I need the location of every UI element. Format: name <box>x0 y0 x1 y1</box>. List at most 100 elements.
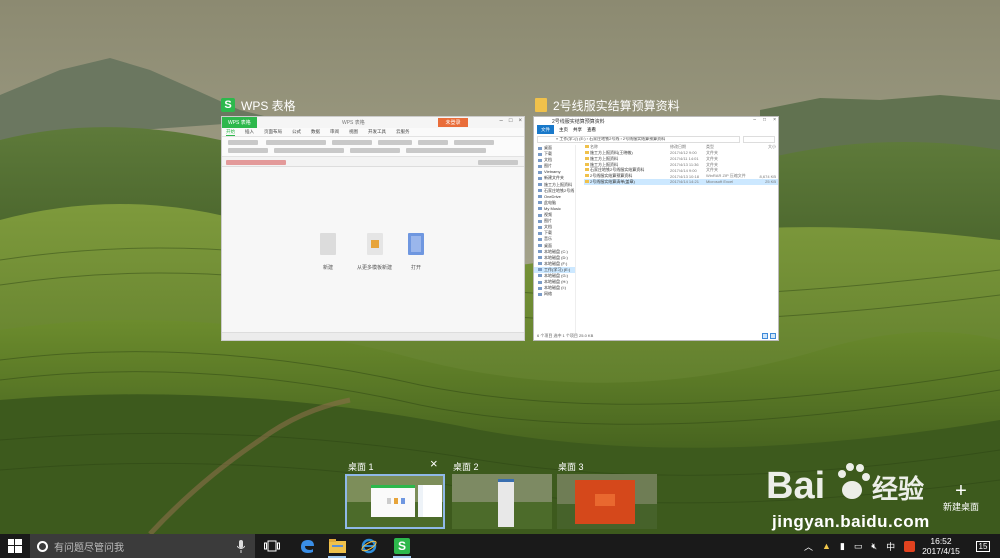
explorer-nav-pane: 桌面 下载 文档 图片 Vietnamy 新建文件夹 施工方上报资料 石家庄地铁… <box>534 145 576 333</box>
action-center-button[interactable]: 15 <box>968 534 998 558</box>
file-date: 2017/4/12 9:00 <box>670 150 697 156</box>
minimize-icon[interactable]: – <box>500 118 503 124</box>
close-desktop-icon[interactable]: × <box>430 457 438 470</box>
file-date: 2017/4/13 10:18 <box>670 173 699 179</box>
explorer-inner-title: 2号线服实结算预算资料 <box>552 118 605 125</box>
internet-explorer-button[interactable] <box>352 534 386 558</box>
nav-item[interactable]: 网络 <box>534 291 575 297</box>
wps-doc-title: WPS 表格 <box>342 120 365 126</box>
wps-window-caption[interactable]: S WPS 表格 <box>221 96 296 114</box>
desktop-2-thumbnail[interactable] <box>452 474 552 529</box>
volume-icon[interactable]: 🔇︎ <box>871 541 877 552</box>
wps-open-button[interactable]: 打开 <box>408 233 424 271</box>
windows-logo-icon <box>8 539 22 553</box>
file-explorer-icon <box>328 539 346 553</box>
internet-explorer-icon <box>361 538 377 554</box>
column-size[interactable]: 大小 <box>750 144 776 150</box>
explorer-window-caption[interactable]: 2号线服实结算预算资料 <box>535 96 680 114</box>
wps-titlebar: WPS 表格 WPS 表格 未登录 – □ × <box>222 117 524 128</box>
explorer-tab-share[interactable]: 共享 <box>573 127 582 133</box>
new-desktop-button[interactable]: + 新建桌面 <box>936 480 986 513</box>
wps-status-bar <box>222 332 524 340</box>
minimize-icon[interactable]: – <box>753 117 756 123</box>
wps-open-label: 打开 <box>410 265 421 271</box>
wps-menu-layout[interactable]: 页面布局 <box>264 129 282 135</box>
alert-icon[interactable]: ▲ <box>822 541 831 551</box>
file-size: 8,674 KB <box>759 173 776 179</box>
microphone-icon[interactable] <box>235 539 247 553</box>
explorer-file-list: 名称 修改日期 类型 大小 施工方上报资料(王晓敏) 2017/4/12 9:0… <box>584 144 778 324</box>
new-desktop-label: 新建桌面 <box>942 502 979 512</box>
explorer-ribbon-tabs: 文件 主页 共享 查看 <box>534 125 778 134</box>
maximize-icon[interactable]: □ <box>509 118 513 124</box>
system-tray: ︿ ▲ ▮ ▭ 🔇︎ 中 <box>804 534 916 558</box>
explorer-status-bar: 6 个项目 选中 1 个项目 25.0 KB <box>534 331 778 340</box>
task-view-button[interactable] <box>255 534 289 558</box>
network-icon[interactable]: ▭ <box>854 541 863 552</box>
wps-login-button[interactable]: 未登录 <box>438 118 468 127</box>
wps-menu-developer[interactable]: 开发工具 <box>368 129 386 135</box>
new-document-icon <box>320 233 336 255</box>
wps-app-icon: S <box>394 538 410 554</box>
close-icon[interactable]: × <box>773 117 776 123</box>
wps-app-icon: S <box>221 98 235 112</box>
open-folder-icon <box>408 233 424 255</box>
details-view-icon[interactable] <box>762 333 768 339</box>
wps-menu-view[interactable]: 视图 <box>349 129 358 135</box>
tiles-view-icon[interactable] <box>770 333 776 339</box>
explorer-window-thumbnail[interactable]: 2号线服实结算预算资料 – □ × 文件 主页 共享 查看 « 工作(学习) (… <box>533 116 779 341</box>
explorer-window-controls: – □ × <box>753 117 776 123</box>
wps-menu-formula[interactable]: 公式 <box>292 129 301 135</box>
explorer-status-text: 6 个项目 选中 1 个项目 25.0 KB <box>537 332 594 338</box>
sogou-icon[interactable] <box>904 540 916 552</box>
close-icon[interactable]: × <box>518 118 522 124</box>
plus-icon: + <box>955 480 967 502</box>
wps-menu-data[interactable]: 数据 <box>311 129 320 135</box>
power-icon[interactable]: ▮ <box>840 541 845 552</box>
desktop-1-label: 桌面 1 <box>348 462 374 472</box>
wps-menu-review[interactable]: 审阅 <box>330 129 339 135</box>
explorer-tab-file[interactable]: 文件 <box>537 125 554 134</box>
file-date: 2017/4/14 9:00 <box>670 167 697 173</box>
clock[interactable]: 16:52 2017/4/15 <box>918 536 964 556</box>
folder-icon <box>535 98 547 112</box>
wps-new-button[interactable]: 新建 <box>320 233 336 271</box>
wps-window-controls: – □ × <box>500 118 522 124</box>
wps-new-label: 新建 <box>322 265 333 271</box>
clock-time: 16:52 <box>930 536 952 546</box>
explorer-tab-home[interactable]: 主页 <box>559 127 568 133</box>
desktop-1-thumbnail[interactable] <box>345 474 445 529</box>
cortana-search-box[interactable]: 有问题尽管问我 <box>30 534 255 558</box>
desktop-2-label: 桌面 2 <box>453 462 479 472</box>
wps-start-page: 新建 从更多模板新建 打开 <box>222 167 524 332</box>
wps-window-thumbnail[interactable]: WPS 表格 WPS 表格 未登录 – □ × 开始 插入 页面布局 公式 数据… <box>221 116 525 341</box>
watermark-url: jingyan.baidu.com <box>772 512 930 531</box>
wps-template-button[interactable]: 从更多模板新建 <box>357 233 392 271</box>
wps-template-label: 从更多模板新建 <box>357 265 393 271</box>
wps-menu-home[interactable]: 开始 <box>226 129 235 136</box>
explorer-address-bar[interactable]: « 工作(学习) (E:) › 石家庄地铁2号线 › 2号线服实结算预算资料 <box>537 135 740 143</box>
file-type: WinRAR ZIP 压缩文件 <box>706 173 746 179</box>
wps-menu-insert[interactable]: 插入 <box>245 129 254 135</box>
watermark-brand: Bai <box>766 465 825 507</box>
chevron-up-icon[interactable]: ︿ <box>804 540 813 553</box>
wps-taskbar-button[interactable]: S <box>385 534 419 558</box>
clock-date: 2017/4/15 <box>922 546 960 556</box>
explorer-tab-view[interactable]: 查看 <box>587 127 596 133</box>
wps-app-tab[interactable]: WPS 表格 <box>222 117 257 128</box>
explorer-search-box[interactable] <box>743 135 775 143</box>
column-date[interactable]: 修改日期 <box>670 144 706 150</box>
maximize-icon[interactable]: □ <box>763 117 766 123</box>
wps-menu-cloud[interactable]: 云服务 <box>396 129 410 135</box>
desktop-3-thumbnail[interactable] <box>557 474 657 529</box>
start-button[interactable] <box>0 534 30 558</box>
explorer-address-row: « 工作(学习) (E:) › 石家庄地铁2号线 › 2号线服实结算预算资料 <box>534 134 778 144</box>
file-row-selected[interactable]: 2号线服实结算清单(盖章) 2017/4/14 14:21 Microsoft … <box>584 179 778 185</box>
file-explorer-button[interactable] <box>320 534 354 558</box>
wps-ribbon <box>222 137 524 157</box>
wps-window-title: WPS 表格 <box>241 98 296 113</box>
wps-quick-toolbar <box>222 157 524 167</box>
edge-button[interactable] <box>290 534 324 558</box>
ime-indicator[interactable]: 中 <box>886 540 895 553</box>
task-view-icon <box>264 540 280 552</box>
